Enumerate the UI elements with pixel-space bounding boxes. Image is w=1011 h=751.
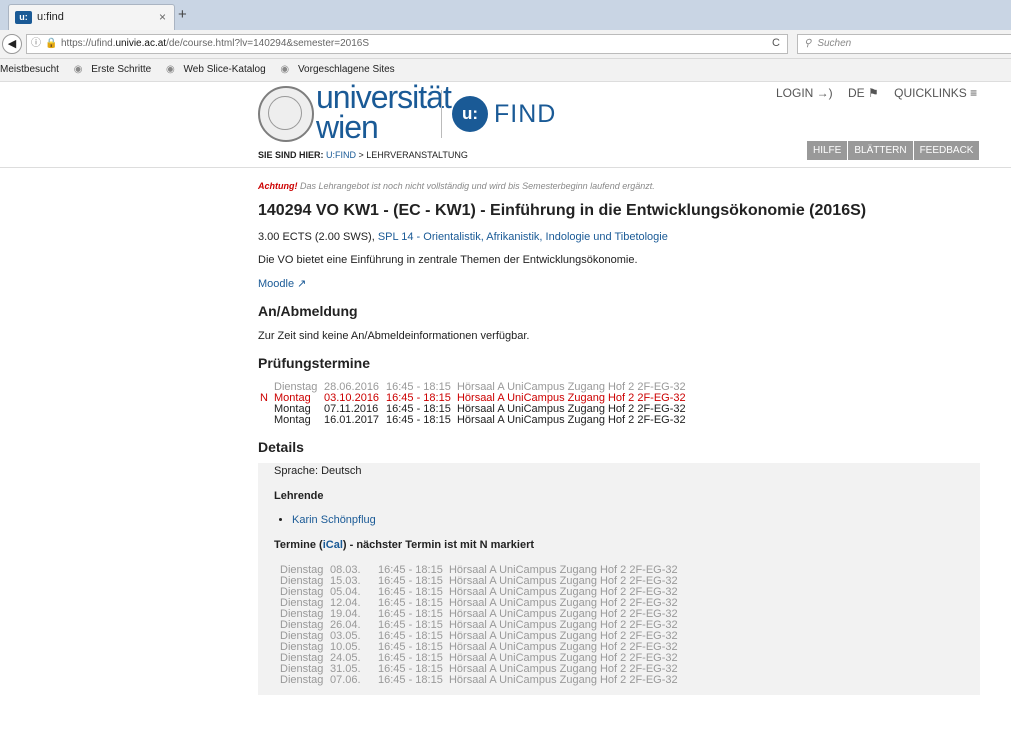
site-logo[interactable]: universität wien u: FIND xyxy=(258,81,558,146)
next-marker xyxy=(260,404,274,415)
language-switch[interactable]: DE ⚑ xyxy=(848,86,879,100)
url-bar[interactable]: ⓘ 🔒 https://ufind.univie.ac.at/de/course… xyxy=(26,34,788,54)
feedback-button[interactable]: FEEDBACK xyxy=(913,141,980,160)
ufind-favicon: u: xyxy=(15,11,32,24)
ufind-wordmark: FIND xyxy=(494,100,557,128)
breadcrumb: SIE SIND HIER: U:FIND > LEHRVERANSTALTUN… xyxy=(258,150,468,160)
term-row: Dienstag 07.06. 16:45 - 18:15 Hörsaal A Un… xyxy=(280,675,964,686)
info-icon[interactable]: ⓘ xyxy=(31,35,41,53)
bookmark-most-visited[interactable]: Meistbesucht xyxy=(0,64,65,75)
course-description: Die VO bietet eine Einführung in zentral… xyxy=(258,254,638,266)
details-panel: Sprache: Deutsch Lehrende Karin Schönpfl… xyxy=(258,463,980,695)
exam-room: Hörsaal A UniCampus Zugang Hof 2 2F-EG-3… xyxy=(456,414,686,426)
reload-icon[interactable]: C xyxy=(772,34,780,52)
top-navigation: LOGIN →) DE ⚑ QUICKLINKS ≡ xyxy=(776,86,989,100)
close-tab-icon[interactable]: × xyxy=(159,10,166,24)
lecturer-list: Karin Schönpflug xyxy=(274,514,964,526)
new-tab-icon[interactable]: + xyxy=(178,6,187,23)
next-marker: N xyxy=(260,392,268,404)
search-icon: ⚲ xyxy=(804,38,812,49)
exam-time: 16:45 - 18:15 xyxy=(386,414,451,426)
course-ects: 3.00 ECTS (2.00 SWS), SPL 14 - Orientali… xyxy=(258,231,668,243)
language-info: Sprache: Deutsch xyxy=(274,465,362,477)
navigation-bar: ◀ ⓘ 🔒 https://ufind.univie.ac.at/de/cour… xyxy=(0,30,1011,59)
url-text: https://ufind.univie.ac.at/de/course.htm… xyxy=(61,38,369,49)
header-button-group: HILFE BLÄTTERN FEEDBACK xyxy=(807,141,980,160)
term-date: 07.06. xyxy=(330,674,361,686)
terms-heading: Termine (iCal) - nächster Termin ist mit… xyxy=(274,539,535,551)
browse-button[interactable]: BLÄTTERN xyxy=(848,141,913,160)
next-marker xyxy=(260,415,274,426)
browser-tab[interactable]: u: u:find × xyxy=(8,4,175,31)
bookmark-web-slice[interactable]: ◉ Web Slice-Katalog xyxy=(166,64,272,75)
login-link[interactable]: LOGIN →) xyxy=(776,86,833,100)
term-room: Hörsaal A UniCampus Zugang Hof 2 2F-EG-3… xyxy=(448,674,678,686)
moodle-link[interactable]: Moodle ↗ xyxy=(258,278,306,290)
course-title: 140294 VO KW1 - (EC - KW1) - Einführung … xyxy=(258,202,867,219)
header-divider xyxy=(0,167,1011,168)
main-content: Achtung! Das Lehrangebot ist noch nicht … xyxy=(258,181,980,695)
exams-heading: Prüfungstermine xyxy=(258,355,371,371)
search-input[interactable]: ⚲ Suchen xyxy=(797,34,1011,54)
quicklinks-menu[interactable]: QUICKLINKS ≡ xyxy=(894,86,977,100)
university-seal-icon xyxy=(258,86,314,142)
breadcrumb-current: > LEHRVERANSTALTUNG xyxy=(358,150,468,160)
warning-notice: Achtung! Das Lehrangebot ist noch nicht … xyxy=(258,181,655,191)
help-button[interactable]: HILFE xyxy=(807,141,848,160)
exam-list: Dienstag 28.06.2016 16:45 - 18:15 Hörsaal … xyxy=(258,382,980,426)
breadcrumb-ufind-link[interactable]: U:FIND xyxy=(326,150,356,160)
ical-link[interactable]: iCal xyxy=(323,539,343,551)
bookmark-suggested-sites[interactable]: ◉ Vorgeschlagene Sites xyxy=(280,64,400,75)
globe-icon: ◉ xyxy=(280,64,290,75)
lecturers-heading: Lehrende xyxy=(274,490,324,502)
exam-day: Montag xyxy=(274,414,311,426)
bookmarks-toolbar: Meistbesucht ◉ Erste Schritte ◉ Web Slic… xyxy=(0,59,1011,82)
logo-divider xyxy=(441,90,442,138)
lock-icon: 🔒 xyxy=(45,38,58,49)
bookmark-first-steps[interactable]: ◉ Erste Schritte xyxy=(74,64,158,75)
registration-text: Zur Zeit sind keine An/Abmeldeinformatio… xyxy=(258,330,530,342)
list-item: Karin Schönpflug xyxy=(292,514,964,526)
globe-icon: ◉ xyxy=(73,64,83,75)
spl-link[interactable]: SPL 14 - Orientalistik, Afrikanistik, In… xyxy=(378,231,668,243)
ufind-badge-icon: u: xyxy=(452,96,488,132)
tab-title: u:find xyxy=(37,11,64,23)
tab-bar: u: u:find × + xyxy=(0,0,1011,31)
back-icon[interactable]: ◀ xyxy=(2,34,22,54)
exam-date: 16.01.2017 xyxy=(324,414,380,426)
registration-heading: An/Abmeldung xyxy=(258,303,358,319)
search-placeholder: Suchen xyxy=(817,38,852,49)
term-list: Dienstag 08.03. 16:45 - 18:15 Hörsaal A Un… xyxy=(274,565,964,686)
term-day: Dienstag xyxy=(280,674,324,686)
globe-icon: ◉ xyxy=(166,64,175,75)
details-heading: Details xyxy=(258,439,304,455)
logo-wordmark: universität wien xyxy=(316,79,452,145)
exam-row: Montag 16.01.2017 16:45 - 18:15 Hörsaal A … xyxy=(274,415,980,426)
term-time: 16:45 - 18:15 xyxy=(378,674,443,686)
lecturer-link[interactable]: Karin Schönpflug xyxy=(292,514,376,526)
